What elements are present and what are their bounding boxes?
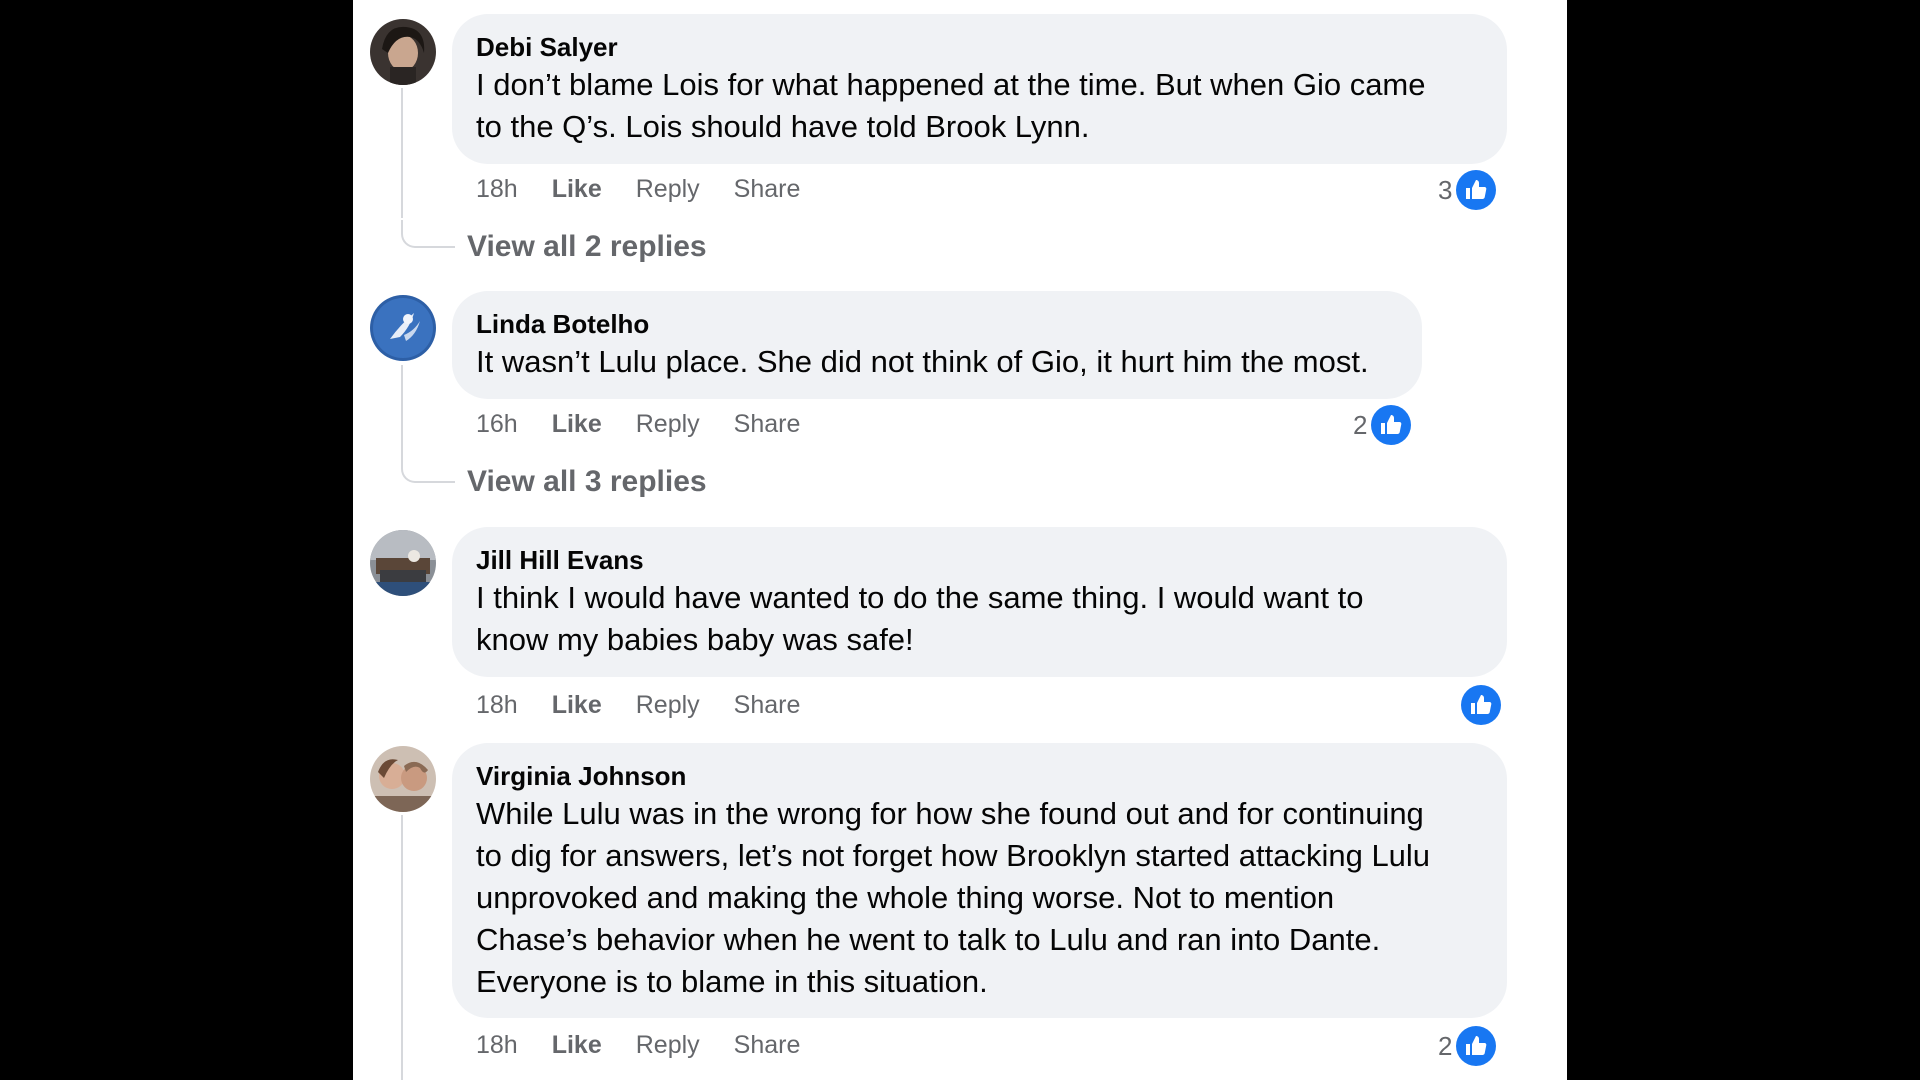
reply-button[interactable]: Reply bbox=[636, 410, 700, 439]
comment-timestamp[interactable]: 18h bbox=[476, 1031, 518, 1060]
reaction-summary[interactable]: 2 bbox=[1438, 1026, 1497, 1066]
thumbs-up-icon bbox=[1461, 685, 1501, 725]
reaction-summary[interactable]: 3 bbox=[1438, 170, 1497, 210]
comment-author[interactable]: Jill Hill Evans bbox=[476, 543, 1481, 577]
reaction-count: 2 bbox=[1353, 409, 1368, 440]
avatar[interactable] bbox=[370, 19, 436, 85]
reaction-summary[interactable]: 2 bbox=[1353, 405, 1412, 445]
reaction-count: 2 bbox=[1438, 1030, 1453, 1061]
avatar[interactable] bbox=[370, 746, 436, 812]
comment-text-line: know my babies baby was safe! bbox=[476, 622, 914, 657]
avatar[interactable] bbox=[370, 530, 436, 596]
thread-line bbox=[401, 88, 403, 218]
comment-author[interactable]: Linda Botelho bbox=[476, 307, 1396, 341]
like-button[interactable]: Like bbox=[552, 410, 602, 439]
comment-text-line: Chase’s behavior when he went to talk to… bbox=[476, 922, 1381, 957]
reaction-count: 3 bbox=[1438, 174, 1453, 205]
avatar[interactable] bbox=[370, 295, 436, 361]
reaction-summary[interactable] bbox=[1461, 685, 1501, 725]
thumbs-up-icon bbox=[1456, 170, 1497, 210]
thread-line bbox=[401, 815, 403, 1080]
thread-connector bbox=[401, 455, 455, 483]
thumbs-up-icon bbox=[1371, 405, 1412, 445]
comment-text-line: I don’t blame Lois for what happened at … bbox=[476, 67, 1426, 102]
reply-button[interactable]: Reply bbox=[636, 175, 700, 204]
comment-text-line: While Lulu was in the wrong for how she … bbox=[476, 796, 1424, 831]
thread-line bbox=[401, 365, 403, 455]
comment-text-line: to the Q’s. Lois should have told Brook … bbox=[476, 109, 1090, 144]
comment-bubble: Linda Botelho It wasn’t Lulu place. She … bbox=[452, 291, 1422, 399]
reply-button[interactable]: Reply bbox=[636, 1031, 700, 1060]
comment-text-line: Everyone is to blame in this situation. bbox=[476, 964, 988, 999]
like-button[interactable]: Like bbox=[552, 1031, 602, 1060]
comment-actions: 18h Like Reply Share bbox=[476, 1027, 834, 1063]
comment-timestamp[interactable]: 16h bbox=[476, 410, 518, 439]
like-button[interactable]: Like bbox=[552, 691, 602, 720]
comment-bubble: Debi Salyer I don’t blame Lois for what … bbox=[452, 14, 1507, 164]
comment-bubble: Virginia Johnson While Lulu was in the w… bbox=[452, 743, 1507, 1018]
comment-timestamp[interactable]: 18h bbox=[476, 691, 518, 720]
comment-actions: 16h Like Reply Share bbox=[476, 406, 834, 442]
comment-actions: 18h Like Reply Share bbox=[476, 687, 834, 723]
comment-actions: 18h Like Reply Share bbox=[476, 171, 834, 207]
share-button[interactable]: Share bbox=[734, 175, 801, 204]
reply-button[interactable]: Reply bbox=[636, 691, 700, 720]
thumbs-up-icon bbox=[1456, 1026, 1497, 1066]
comment-bubble: Jill Hill Evans I think I would have wan… bbox=[452, 527, 1507, 677]
like-button[interactable]: Like bbox=[552, 175, 602, 204]
comment-timestamp[interactable]: 18h bbox=[476, 175, 518, 204]
thread-connector bbox=[401, 220, 455, 248]
comment-text-line: to dig for answers, let’s not forget how… bbox=[476, 838, 1431, 873]
comment-text-line: unprovoked and making the whole thing wo… bbox=[476, 880, 1335, 915]
comment-text-line: I think I would have wanted to do the sa… bbox=[476, 580, 1364, 615]
comment-author[interactable]: Virginia Johnson bbox=[476, 759, 1481, 793]
comment-author[interactable]: Debi Salyer bbox=[476, 30, 1481, 64]
share-button[interactable]: Share bbox=[734, 691, 801, 720]
view-replies-link[interactable]: View all 3 replies bbox=[467, 465, 707, 499]
share-button[interactable]: Share bbox=[734, 1031, 801, 1060]
comments-panel: Debi Salyer I don’t blame Lois for what … bbox=[353, 0, 1567, 1080]
share-button[interactable]: Share bbox=[734, 410, 801, 439]
comment-text-line: It wasn’t Lulu place. She did not think … bbox=[476, 344, 1369, 379]
view-replies-link[interactable]: View all 2 replies bbox=[467, 230, 707, 264]
